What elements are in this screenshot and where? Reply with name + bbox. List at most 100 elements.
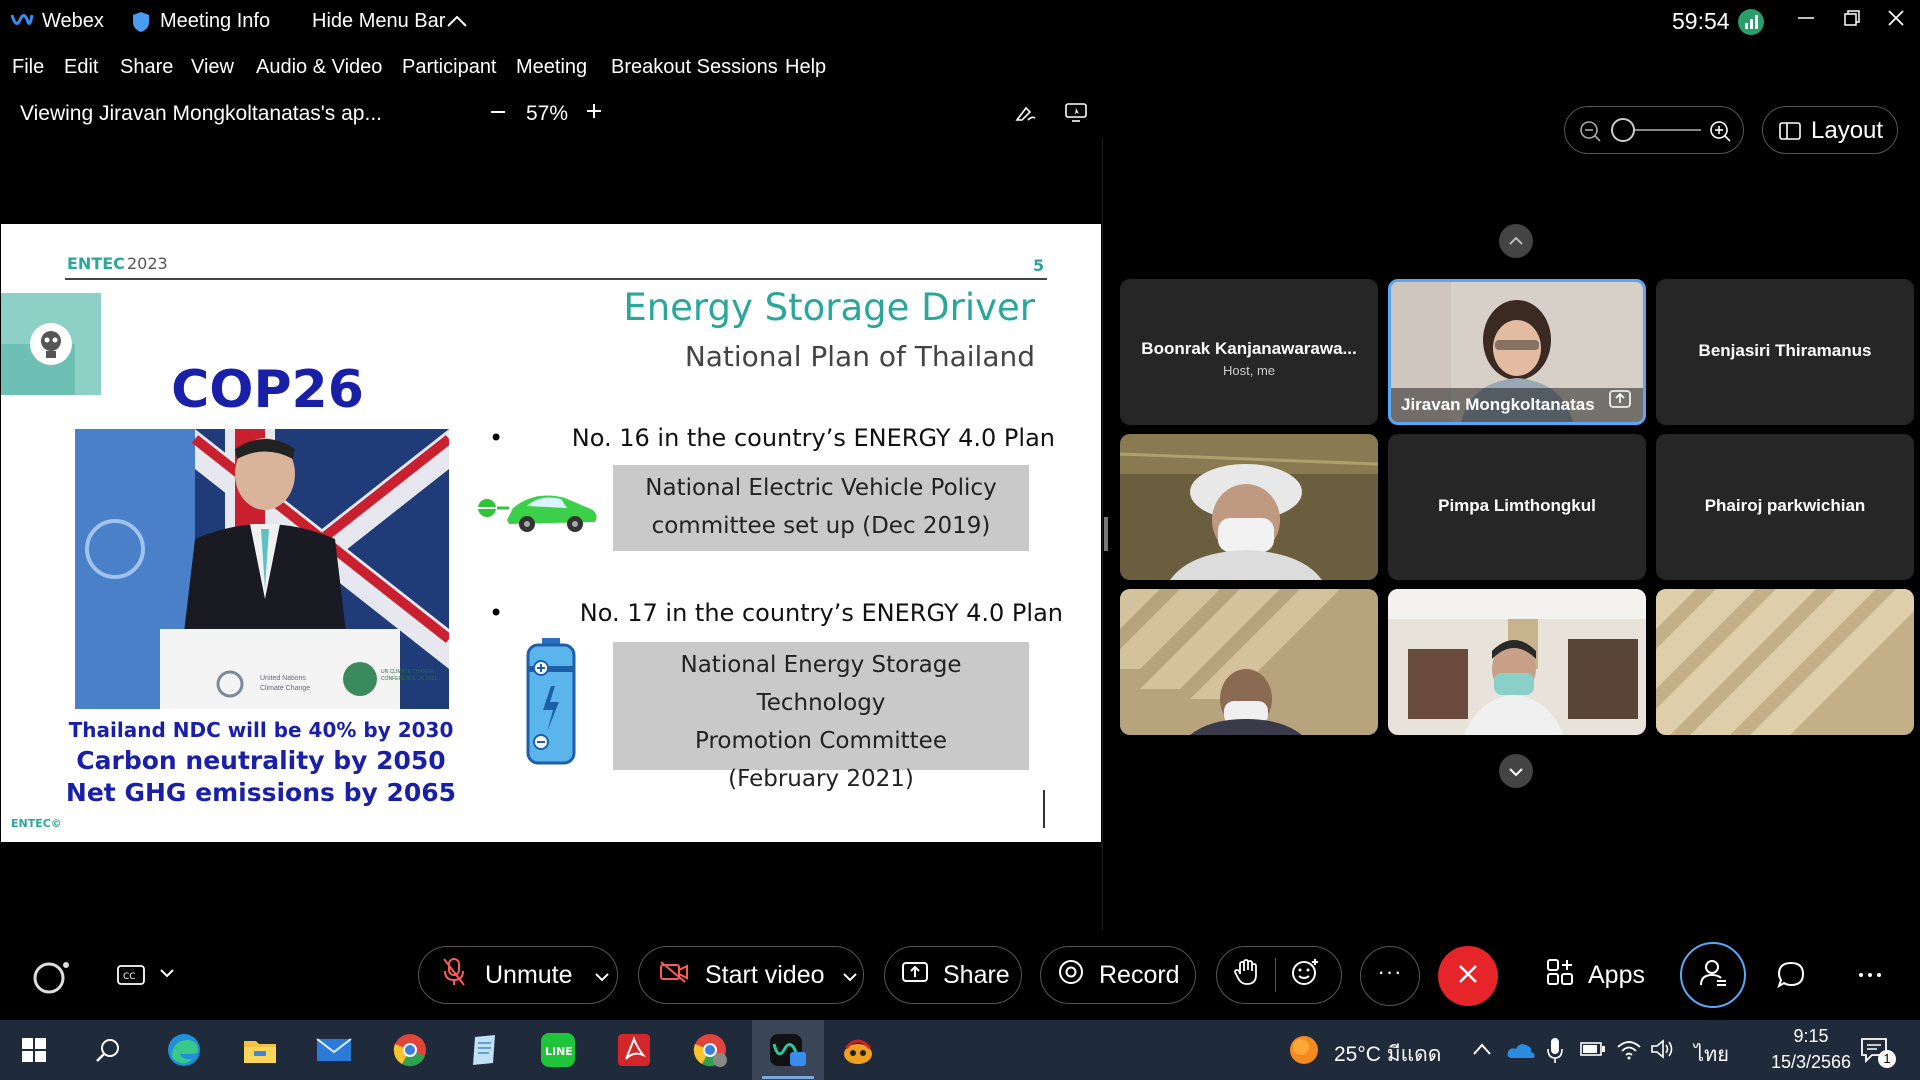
zoom-out-icon[interactable] [488,102,508,127]
panel-splitter[interactable] [1104,517,1108,551]
menu-file[interactable]: File [12,56,44,79]
clock-time[interactable]: 9:15 [1766,1026,1856,1047]
zoom-out-circle-icon[interactable] [1579,120,1601,147]
participants-panel-button[interactable] [1680,942,1746,1008]
more-options-button[interactable]: ··· [1360,946,1420,1006]
menu-audio-video[interactable]: Audio & Video [256,56,382,79]
chevron-up-icon [1508,234,1524,252]
onedrive-icon[interactable] [1506,1040,1536,1065]
reactions-group [1216,946,1342,1004]
svg-text:LINE: LINE [545,1045,573,1058]
menu-edit[interactable]: Edit [64,56,98,79]
microphone-icon[interactable] [1546,1036,1564,1069]
webex-logo-icon [10,12,34,35]
slide-brand: ENTEC [67,254,125,273]
windows-start-icon[interactable] [14,1032,54,1068]
participant-name: Boonrak Kanjanawarawa... [1141,339,1357,358]
menu-view[interactable]: View [191,56,234,79]
zoom-in-circle-icon[interactable] [1709,120,1731,147]
meeting-controls: CC Unmute Start video Share Record ··· A… [0,930,1920,1016]
svg-text:CC: CC [123,972,136,982]
scroll-up-button[interactable] [1499,224,1533,258]
share-toolbar: Viewing Jiravan Mongkoltanatas's ap... 5… [0,92,1102,138]
menu-share[interactable]: Share [120,56,173,79]
clock-date[interactable]: 15/3/2566 [1746,1052,1876,1073]
taskbar-active-webex[interactable] [752,1020,824,1080]
volume-icon[interactable] [1650,1038,1676,1065]
acrobat-icon[interactable] [614,1032,654,1068]
chevron-up-icon[interactable] [1472,1042,1492,1061]
participant-tile-pimpa[interactable]: Pimpa Limthongkul [1388,434,1646,580]
participant-tile-video-2[interactable] [1120,589,1378,735]
bulb-logo-icon [29,322,73,371]
chevron-down-icon[interactable] [841,961,859,990]
record-button[interactable]: Record [1040,946,1196,1004]
input-language[interactable]: ไทย [1694,1038,1729,1070]
more-panels-icon[interactable] [1858,966,1882,984]
unmute-button[interactable]: Unmute [418,946,618,1004]
podium-text-3: UN CLIMATE CHANGE CONFERENCE UK 2021 [381,669,437,682]
restore-icon[interactable] [1842,8,1862,33]
participant-tile-benjasiri[interactable]: Benjasiri Thiramanus [1656,279,1914,425]
meeting-info-button[interactable]: Meeting Info [160,10,270,33]
slide-footer: ENTEC© [11,817,62,830]
menu-help[interactable]: Help [785,56,826,79]
notepad-icon[interactable] [464,1032,504,1068]
participant-tile-video-3[interactable] [1388,589,1646,735]
participant-tile-video-1[interactable] [1120,434,1378,580]
raise-hand-icon[interactable] [1233,958,1259,993]
video-off-icon [659,960,689,991]
chevron-down-icon[interactable] [593,961,611,990]
scroll-down-button[interactable] [1499,754,1533,788]
file-explorer-icon[interactable] [240,1032,280,1068]
end-meeting-button[interactable] [1438,946,1498,1006]
apps-button[interactable]: Apps [1546,958,1645,993]
start-video-button[interactable]: Start video [638,946,864,1004]
annotate-icon[interactable] [1014,100,1038,129]
menu-participant[interactable]: Participant [402,56,497,79]
chevron-up-icon[interactable] [446,14,468,33]
participant-tile-jiravan[interactable]: Jiravan Mongkoltanatas [1388,279,1646,425]
box2-line1: National Energy Storage Technology [680,652,962,716]
slider-thumb[interactable] [1611,118,1635,142]
share-button[interactable]: Share [884,946,1022,1004]
minimize-icon[interactable] [1796,8,1816,33]
participant-name: Jiravan Mongkoltanatas [1401,395,1595,414]
close-icon[interactable] [1886,8,1906,33]
closed-captions-icon[interactable]: CC [116,963,146,992]
weather-label[interactable]: 25°C มีแดด [1334,1038,1441,1071]
participant-tile-phairoj[interactable]: Phairoj parkwichian [1656,434,1914,580]
participant-tile-boonrak[interactable]: Boonrak Kanjanawarawa... Host, me [1120,279,1378,425]
layout-button[interactable]: Layout [1762,106,1898,154]
chrome-icon[interactable] [390,1032,430,1068]
participants-icon [1698,958,1728,993]
weather-sun-icon[interactable] [1288,1034,1320,1071]
line-app-icon[interactable]: LINE [538,1032,578,1068]
reactions-icon[interactable] [1290,957,1320,994]
windows-taskbar: LINE 25°C มีแดด ไทย 9:15 15/3/2566 1 [0,1020,1920,1080]
edge-browser-icon[interactable] [164,1032,204,1068]
game-app-icon[interactable] [838,1032,878,1068]
participant-tile-video-4[interactable] [1656,589,1914,735]
mail-icon[interactable] [314,1032,354,1068]
zoom-level: 57% [526,102,569,125]
zoom-in-icon[interactable] [584,101,604,126]
wifi-icon[interactable] [1616,1038,1642,1065]
chrome-profile-icon[interactable] [690,1032,730,1068]
chevron-down-icon[interactable] [158,966,176,985]
hide-menu-bar-button[interactable]: Hide Menu Bar [312,10,445,33]
cop26-photo: United Nations Climate Change UN CLIMATE… [75,429,449,709]
tile-zoom-slider[interactable] [1564,106,1744,154]
chat-icon[interactable] [1776,960,1806,995]
podium-text-2: Climate Change [260,685,311,692]
cop26-title: COP26 [171,360,364,420]
sharing-icon [1609,390,1631,413]
webex-assistant-icon[interactable] [32,960,72,999]
battery-status-icon[interactable] [1580,1040,1606,1063]
remote-control-icon[interactable] [1064,100,1088,129]
search-icon[interactable] [88,1032,128,1068]
apps-label: Apps [1588,961,1645,989]
menu-meeting[interactable]: Meeting [516,56,587,79]
participant-video-3 [1388,589,1646,735]
menu-breakout-sessions[interactable]: Breakout Sessions [611,56,778,79]
